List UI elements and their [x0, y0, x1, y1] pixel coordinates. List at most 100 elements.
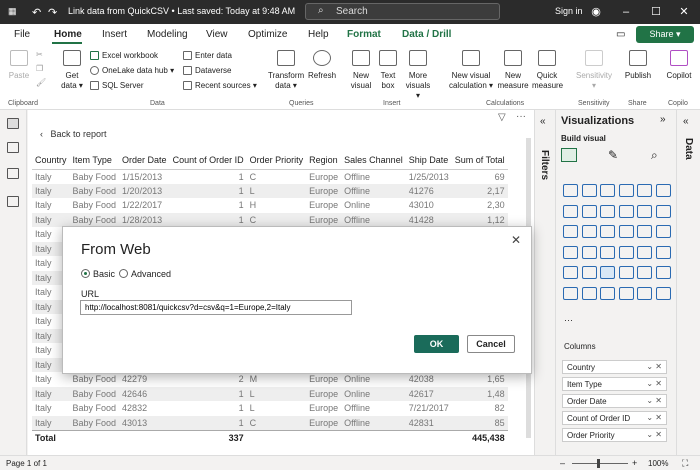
recent-sources-button[interactable]: Recent sources ▾	[183, 81, 257, 90]
table-row[interactable]: Italy Baby Food 42832 1 L Europe Offline 7/21/2…	[32, 401, 508, 416]
filter-icon[interactable]: ▽	[498, 112, 506, 123]
slicer-visual-icon[interactable]	[581, 266, 597, 279]
format-brush-icon[interactable]: ✎	[608, 148, 618, 162]
more-options-icon[interactable]: ···	[516, 111, 526, 122]
filters-pane[interactable]: « Filters	[534, 110, 555, 455]
url-input[interactable]	[80, 300, 352, 315]
column-well-item[interactable]: Item Type ⌄ ✕	[562, 377, 667, 391]
close-icon[interactable]: ✕	[511, 233, 521, 247]
clustered-column-visual-icon[interactable]	[618, 184, 634, 197]
more-visual-icon[interactable]	[655, 286, 671, 300]
transform-data-button[interactable]: Transform data ▾	[268, 50, 304, 91]
zoom-out-icon[interactable]: –	[560, 458, 565, 468]
copy-icon[interactable]: ❐	[36, 64, 43, 73]
refresh-button[interactable]: Refresh	[308, 50, 336, 81]
onelake-button[interactable]: OneLake data hub ▾	[90, 66, 174, 75]
pie-visual-icon[interactable]	[618, 225, 634, 238]
tab-format[interactable]: Format	[347, 29, 381, 40]
more-visuals-button[interactable]: More visuals ▾	[403, 50, 433, 101]
excel-workbook-button[interactable]: Excel workbook	[90, 51, 158, 60]
sign-in-link[interactable]: Sign in	[555, 6, 583, 16]
python-visual-visual-icon[interactable]	[655, 266, 671, 279]
tab-data-drill[interactable]: Data / Drill	[402, 29, 451, 40]
tab-view[interactable]: View	[206, 29, 228, 40]
advanced-radio[interactable]: Advanced	[119, 269, 171, 279]
100-column-visual-icon[interactable]	[655, 184, 671, 197]
publish-button[interactable]: Publish	[624, 50, 652, 81]
donut-visual-icon[interactable]	[637, 225, 652, 238]
stacked-bar-visual-icon[interactable]	[563, 184, 578, 197]
zoom-slider[interactable]	[572, 463, 628, 464]
column-header[interactable]: Order Priority	[246, 152, 307, 170]
tab-help[interactable]: Help	[308, 29, 329, 40]
zoom-in-icon[interactable]: +	[632, 458, 637, 468]
table-view-icon[interactable]	[7, 142, 19, 153]
build-visual-tab[interactable]	[561, 148, 577, 162]
area-visual-icon[interactable]	[581, 204, 597, 218]
paste-button[interactable]: Paste	[8, 50, 30, 81]
zoom-thumb[interactable]	[597, 459, 600, 468]
table-row[interactable]: Italy Baby Food 42646 1 L Europe Online 42617 1,…	[32, 386, 508, 401]
remove-field-icon[interactable]: ⌄ ✕	[646, 430, 662, 439]
copilot-button[interactable]: Copilot	[664, 50, 694, 81]
multi-row-card-visual-icon[interactable]	[655, 245, 671, 259]
minimize-button[interactable]: –	[618, 4, 634, 20]
matrix-visual-icon[interactable]	[618, 266, 634, 279]
ok-button[interactable]: OK	[414, 335, 459, 353]
qa-visual-icon[interactable]	[600, 286, 615, 300]
comments-icon[interactable]: ▭	[616, 29, 625, 40]
column-header[interactable]: Country	[32, 152, 70, 170]
tab-insert[interactable]: Insert	[102, 29, 127, 40]
tab-home[interactable]: Home	[54, 29, 82, 40]
more-visuals-ellipsis[interactable]: ···	[564, 315, 573, 325]
column-header[interactable]: Region	[306, 152, 342, 170]
cut-icon[interactable]: ✂	[36, 50, 43, 59]
column-well-item[interactable]: Order Priority ⌄ ✕	[562, 428, 667, 442]
account-icon[interactable]: ◉	[588, 4, 604, 20]
paginated-visual-icon[interactable]	[637, 286, 652, 300]
azure-map-visual-icon[interactable]	[600, 245, 615, 259]
r-visual-visual-icon[interactable]	[637, 266, 652, 279]
quick-measure-button[interactable]: Quick measure	[532, 50, 563, 91]
clustered-bar-visual-icon[interactable]	[600, 184, 615, 197]
close-window-button[interactable]: ✕	[676, 4, 692, 20]
line-clustered-visual-icon[interactable]	[637, 204, 652, 218]
column-header[interactable]: Sum of Total	[451, 152, 508, 170]
gauge-visual-icon[interactable]	[618, 245, 634, 259]
narrative-visual-icon[interactable]	[618, 286, 634, 300]
data-pane[interactable]: « Data	[676, 110, 700, 455]
analytics-icon[interactable]: ⌕	[651, 148, 658, 163]
decomposition-tree-visual-icon[interactable]	[581, 286, 597, 300]
100-bar-visual-icon[interactable]	[637, 184, 652, 197]
line-visual-icon[interactable]	[563, 204, 578, 218]
dataverse-button[interactable]: Dataverse	[183, 66, 231, 75]
report-view-icon[interactable]	[7, 118, 19, 129]
card-visual-icon[interactable]	[637, 245, 652, 259]
tab-optimize[interactable]: Optimize	[248, 29, 287, 40]
model-view-icon[interactable]	[7, 168, 19, 179]
back-to-report-link[interactable]: ‹ Back to report	[40, 129, 107, 139]
stacked-column-visual-icon[interactable]	[581, 184, 597, 197]
column-header[interactable]: Sales Channel	[341, 152, 406, 170]
text-box-button[interactable]: Text box	[377, 50, 399, 91]
scatter-visual-icon[interactable]	[600, 225, 615, 238]
column-well-item[interactable]: Country ⌄ ✕	[562, 360, 667, 374]
column-header[interactable]: Count of Order ID	[169, 152, 247, 170]
search-box[interactable]: ⌕ Search	[305, 3, 500, 20]
waterfall-visual-icon[interactable]	[563, 225, 578, 238]
column-well-item[interactable]: Order Date ⌄ ✕	[562, 394, 667, 408]
maximize-button[interactable]: ☐	[648, 4, 664, 20]
kpi-visual-icon[interactable]	[563, 266, 578, 279]
expand-icon[interactable]: «	[683, 116, 689, 127]
redo-icon[interactable]: ↷	[48, 6, 57, 19]
chevron-left-icon[interactable]: «	[540, 116, 546, 127]
column-well-item[interactable]: Count of Order ID ⌄ ✕	[562, 411, 667, 425]
remove-field-icon[interactable]: ⌄ ✕	[646, 362, 662, 371]
funnel-visual-icon[interactable]	[581, 225, 597, 238]
get-data-button[interactable]: Get data ▾	[58, 50, 86, 91]
table-row[interactable]: Italy Baby Food 1/20/2013 1 L Europe Offline 41…	[32, 183, 508, 198]
fit-page-icon[interactable]: ⛶	[682, 458, 688, 469]
tab-file[interactable]: File	[14, 29, 30, 40]
remove-field-icon[interactable]: ⌄ ✕	[646, 396, 662, 405]
share-button[interactable]: Share ▾	[636, 26, 694, 43]
